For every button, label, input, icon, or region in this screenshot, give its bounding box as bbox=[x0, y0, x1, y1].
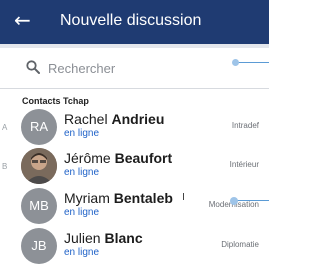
avatar-photo bbox=[21, 148, 57, 184]
search-input[interactable] bbox=[48, 58, 228, 78]
drag-tick-mark bbox=[183, 193, 184, 200]
contact-last-name: Bentaleb bbox=[113, 190, 173, 206]
contact-status: en ligne bbox=[64, 207, 100, 218]
contact-status: en ligne bbox=[64, 167, 100, 178]
drag-indicator-dot[interactable] bbox=[232, 59, 239, 66]
contact-domain: Intérieur bbox=[229, 160, 259, 169]
contact-row[interactable]: MB Myriam Bentaleb en ligne Modernisatio… bbox=[0, 186, 269, 226]
back-arrow-icon[interactable]: ← bbox=[14, 8, 31, 32]
contact-name: Myriam Bentaleb bbox=[64, 190, 173, 206]
contact-first-name: Rachel bbox=[64, 111, 108, 127]
avatar: JB bbox=[21, 228, 57, 264]
contact-last-name: Beaufort bbox=[114, 150, 173, 166]
contact-name: Rachel Andrieu bbox=[64, 111, 164, 127]
search-icon bbox=[26, 60, 40, 74]
contact-first-name: Jérôme bbox=[64, 150, 111, 166]
section-title: Contacts Tchap bbox=[22, 96, 89, 106]
contact-status: en ligne bbox=[64, 128, 100, 139]
contact-first-name: Myriam bbox=[64, 190, 110, 206]
contact-row[interactable]: RA Rachel Andrieu en ligne Intradef bbox=[0, 107, 269, 147]
contact-first-name: Julien bbox=[64, 230, 101, 246]
avatar bbox=[21, 148, 57, 184]
contact-status: en ligne bbox=[64, 247, 100, 258]
drag-indicator-dot[interactable] bbox=[230, 197, 238, 205]
drag-indicator-line bbox=[236, 200, 269, 201]
contact-domain: Intradef bbox=[231, 121, 259, 130]
contact-row[interactable]: JB Julien Blanc en ligne Diplomatie bbox=[0, 226, 269, 266]
contact-last-name: Andrieu bbox=[111, 111, 165, 127]
drag-indicator-line bbox=[236, 62, 269, 63]
app-bar: ← Nouvelle discussion bbox=[0, 0, 269, 44]
search-divider bbox=[0, 88, 269, 89]
avatar: RA bbox=[21, 109, 57, 145]
contact-last-name: Blanc bbox=[104, 230, 143, 246]
contact-domain: Diplomatie bbox=[221, 240, 259, 249]
contact-row[interactable]: Jérôme Beaufort en ligne Intérieur bbox=[0, 146, 269, 186]
search-bar bbox=[0, 54, 269, 82]
page-title: Nouvelle discussion bbox=[60, 12, 202, 29]
contact-name: Julien Blanc bbox=[64, 230, 143, 246]
contact-name: Jérôme Beaufort bbox=[64, 150, 172, 166]
avatar: MB bbox=[21, 188, 57, 224]
appbar-divider bbox=[0, 44, 269, 48]
